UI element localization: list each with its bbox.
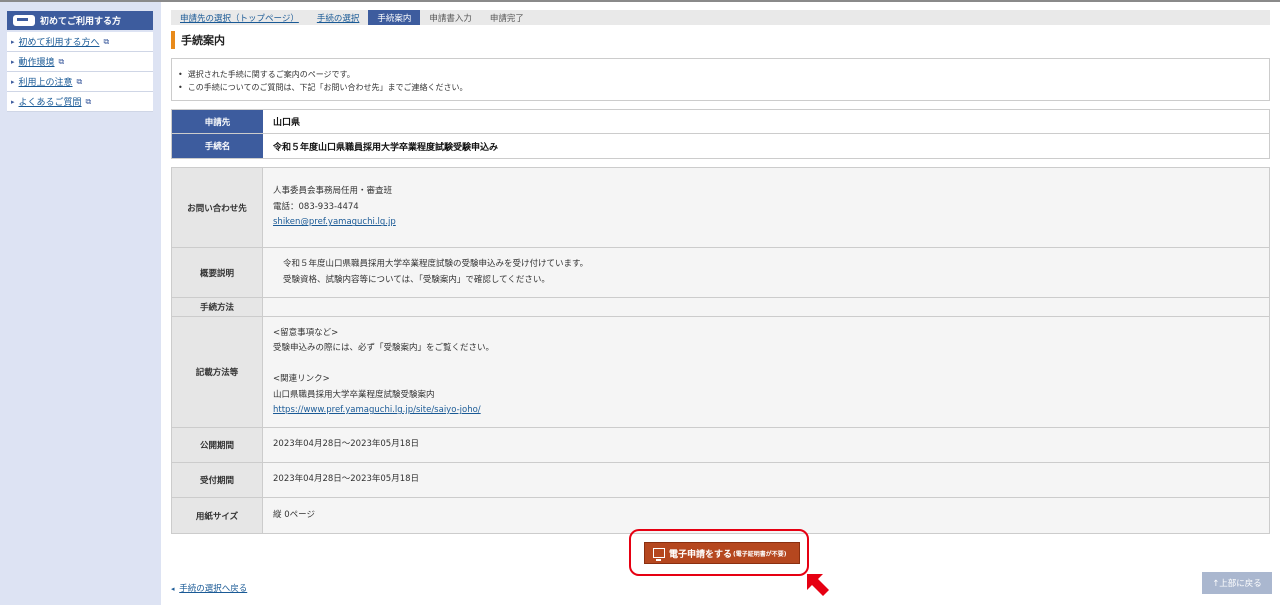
electronic-application-button[interactable]: 電子申請をする (電子証明書が不要) — [644, 542, 800, 564]
notes-link[interactable]: https://www.pref.yamaguchi.lg.jp/site/sa… — [273, 403, 1269, 419]
procedure-label: 手続名 — [172, 134, 263, 158]
sidebar-item-notes[interactable]: ▸ 利用上の注意 ⧉ — [7, 72, 153, 92]
contact-value: 人事委員会事務局任用・審査班 電話：083-933-4474 shiken@pr… — [263, 168, 1269, 247]
notes-label: 記載方法等 — [172, 317, 263, 427]
sidebar-list: ▸ 初めて利用する方へ ⧉ ▸ 動作環境 ⧉ ▸ 利用上の注意 ⧉ ▸ よくある… — [7, 32, 153, 112]
detail-row-summary: 概要説明 令和５年度山口県職員採用大学卒業程度試験の受験申込みを受け付けています… — [172, 248, 1269, 298]
contact-label: お問い合わせ先 — [172, 168, 263, 247]
summary-value: 令和５年度山口県職員採用大学卒業程度試験の受験申込みを受け付けています。 受験資… — [263, 248, 1269, 297]
procedure-detail-table: お問い合わせ先 人事委員会事務局任用・審査班 電話：083-933-4474 s… — [171, 167, 1270, 534]
summary-line: 令和５年度山口県職員採用大学卒業程度試験の受験申込みを受け付けています。 — [283, 259, 589, 269]
sidebar-item-faq[interactable]: ▸ よくあるご質問 ⧉ — [7, 92, 153, 112]
detail-row-contact: お問い合わせ先 人事委員会事務局任用・審査班 電話：083-933-4474 s… — [172, 168, 1269, 248]
notice-line: 選択された手続に関するご案内のページです。 — [178, 68, 1269, 81]
triangle-right-icon: ▸ — [11, 37, 15, 46]
notes-line: <関連リンク> — [273, 374, 330, 384]
notice-line: この手続についてのご質問は、下記「お問い合わせ先」までご連絡ください。 — [178, 81, 1269, 94]
triangle-left-icon: ◂ — [171, 585, 175, 593]
applicant-value: 山口県 — [273, 118, 301, 128]
page-title-bar: 手続案内 — [171, 30, 225, 50]
back-link-label[interactable]: 手続の選択へ戻る — [179, 584, 247, 594]
detail-row-paper-size: 用紙サイズ 縦 0ページ — [172, 498, 1269, 533]
external-window-icon: ⧉ — [58, 56, 65, 66]
triangle-right-icon: ▸ — [11, 57, 15, 66]
contact-email-link[interactable]: shiken@pref.yamaguchi.lg.jp — [273, 215, 1269, 231]
sidebar-item-label[interactable]: 利用上の注意 — [19, 75, 73, 88]
sidebar-item-first-time[interactable]: ▸ 初めて利用する方へ ⧉ — [7, 32, 153, 52]
detail-row-notes: 記載方法等 <留意事項など> 受験申込みの際には、必ず「受験案内」をご覧ください… — [172, 317, 1269, 428]
sidebar-item-label[interactable]: よくあるご質問 — [19, 95, 82, 108]
notes-line: <留意事項など> — [273, 327, 339, 338]
notes-line: 受験申込みの際には、必ず「受験案内」をご覧ください。 — [273, 343, 495, 353]
notes-spacer — [273, 357, 1269, 373]
notice-box: 選択された手続に関するご案内のページです。 この手続についてのご質問は、下記「お… — [171, 58, 1270, 101]
external-window-icon: ⧉ — [103, 36, 110, 46]
detail-row-public-period: 公開期間 2023年04月28日～2023年05月18日 — [172, 428, 1269, 463]
contact-dept: 人事委員会事務局任用・審査班 — [273, 186, 393, 197]
hand-pointer-icon — [13, 15, 35, 26]
triangle-right-icon: ▸ — [11, 97, 15, 106]
method-label: 手続方法 — [172, 298, 263, 316]
breadcrumb-form-input: 申請書入力 — [429, 13, 472, 24]
breadcrumb: 申請先の選択（トップページ） 手続の選択 手続案内 申請書入力 申請完了 — [171, 10, 1270, 25]
procedure-value: 令和５年度山口県職員採用大学卒業程度試験受験申込み — [273, 142, 499, 153]
breadcrumb-complete: 申請完了 — [489, 13, 524, 24]
monitor-icon — [653, 548, 665, 561]
summary-line: 受験資格、試験内容等については、「受験案内」で確認してください。 — [283, 274, 550, 285]
paper-size-value: 縦 0ページ — [263, 498, 1269, 533]
sidebar-item-environment[interactable]: ▸ 動作環境 ⧉ — [7, 52, 153, 72]
submit-highlight-frame: 電子申請をする (電子証明書が不要) — [629, 529, 809, 576]
external-window-icon: ⧉ — [85, 96, 92, 106]
detail-row-method: 手続方法 — [172, 298, 1269, 317]
breadcrumb-top-page[interactable]: 申請先の選択（トップページ） — [171, 10, 308, 25]
method-value — [263, 298, 1269, 316]
public-period-label: 公開期間 — [172, 428, 263, 462]
breadcrumb-procedure-guide: 手続案内 — [368, 10, 421, 25]
contact-phone: 電話：083-933-4474 — [273, 201, 359, 212]
back-to-procedure-select[interactable]: ◂ 手続の選択へ戻る — [171, 582, 247, 594]
submit-label: 電子申請をする — [669, 549, 733, 560]
public-period-value: 2023年04月28日～2023年05月18日 — [263, 428, 1269, 462]
submit-sublabel: (電子証明書が不要) — [733, 550, 787, 558]
notes-value: <留意事項など> 受験申込みの際には、必ず「受験案内」をご覧ください。 <関連リ… — [263, 317, 1269, 427]
back-to-top-button[interactable]: ↑上部に戻る — [1202, 572, 1272, 594]
accept-period-value: 2023年04月28日～2023年05月18日 — [263, 463, 1269, 497]
detail-row-accept-period: 受付期間 2023年04月28日～2023年05月18日 — [172, 463, 1269, 498]
sidebar-item-label[interactable]: 動作環境 — [19, 55, 55, 68]
info-row-procedure: 手続名 令和５年度山口県職員採用大学卒業程度試験受験申込み — [172, 134, 1269, 158]
external-window-icon: ⧉ — [76, 76, 83, 86]
accept-period-label: 受付期間 — [172, 463, 263, 497]
sidebar-header-label: 初めてご利用する方 — [40, 17, 122, 27]
info-row-applicant: 申請先 山口県 — [172, 110, 1269, 134]
title-accent-bar — [171, 31, 175, 49]
top-border — [0, 0, 1280, 2]
applicant-label: 申請先 — [172, 110, 263, 133]
summary-label: 概要説明 — [172, 248, 263, 297]
sidebar-header: 初めてご利用する方 — [7, 11, 153, 30]
procedure-info-table: 申請先 山口県 手続名 令和５年度山口県職員採用大学卒業程度試験受験申込み — [171, 109, 1270, 159]
paper-size-label: 用紙サイズ — [172, 498, 263, 533]
notes-line: 山口県職員採用大学卒業程度試験受験案内 — [273, 389, 435, 400]
breadcrumb-procedure-select[interactable]: 手続の選択 — [308, 10, 369, 25]
sidebar-item-label[interactable]: 初めて利用する方へ — [19, 35, 100, 48]
triangle-right-icon: ▸ — [11, 77, 15, 86]
sidebar: 初めてご利用する方 ▸ 初めて利用する方へ ⧉ ▸ 動作環境 ⧉ ▸ 利用上の注… — [0, 2, 161, 605]
red-pointer-arrow-icon — [807, 574, 829, 596]
page-title: 手続案内 — [181, 34, 225, 47]
